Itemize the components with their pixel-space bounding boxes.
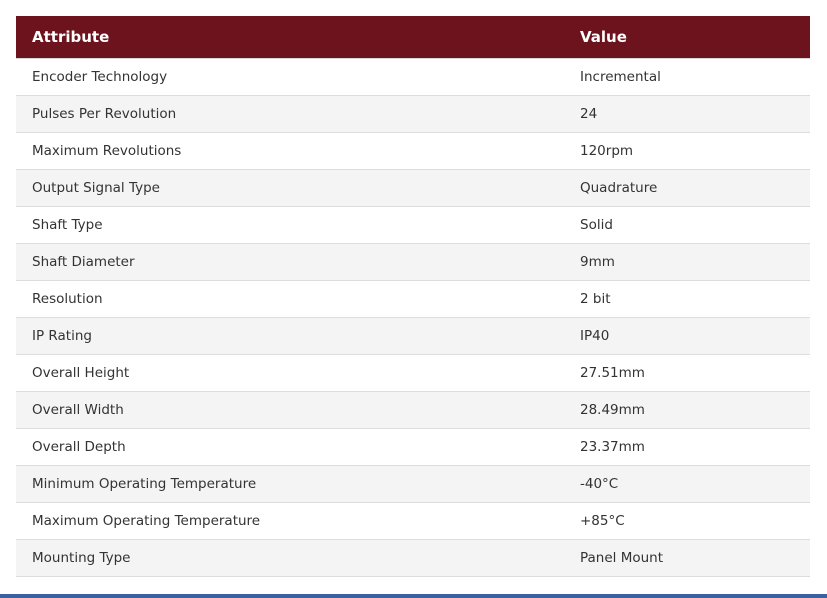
value-cell: Panel Mount	[564, 539, 810, 577]
attribute-cell: Resolution	[16, 280, 564, 318]
table-row: Shaft Type Solid	[16, 206, 810, 244]
attribute-cell: Maximum Revolutions	[16, 132, 564, 170]
attribute-cell: Shaft Diameter	[16, 243, 564, 281]
table-row: Resolution 2 bit	[16, 280, 810, 318]
table-row: Overall Depth 23.37mm	[16, 428, 810, 466]
table-row: Encoder Technology Incremental	[16, 58, 810, 96]
attribute-cell: Overall Height	[16, 354, 564, 392]
table-row: Pulses Per Revolution 24	[16, 95, 810, 133]
attribute-cell: Overall Width	[16, 391, 564, 429]
value-cell: 24	[564, 95, 810, 133]
value-cell: Quadrature	[564, 169, 810, 207]
table-row: Shaft Diameter 9mm	[16, 243, 810, 281]
attribute-cell: Output Signal Type	[16, 169, 564, 207]
attribute-cell: Shaft Type	[16, 206, 564, 244]
table-row: Output Signal Type Quadrature	[16, 169, 810, 207]
table-row: IP Rating IP40	[16, 317, 810, 355]
value-cell: 28.49mm	[564, 391, 810, 429]
page: Attribute Value Encoder Technology Increm…	[0, 0, 827, 598]
attribute-cell: Overall Depth	[16, 428, 564, 466]
attribute-cell: Mounting Type	[16, 539, 564, 577]
specifications-table: Attribute Value Encoder Technology Increm…	[16, 16, 810, 577]
value-cell: 27.51mm	[564, 354, 810, 392]
attribute-cell: Maximum Operating Temperature	[16, 502, 564, 540]
table-row: Overall Width 28.49mm	[16, 391, 810, 429]
attribute-cell: Pulses Per Revolution	[16, 95, 564, 133]
attribute-cell: IP Rating	[16, 317, 564, 355]
value-cell: +85°C	[564, 502, 810, 540]
table-body: Encoder Technology Incremental Pulses Per …	[16, 58, 810, 577]
value-cell: 120rpm	[564, 132, 810, 170]
table-row: Maximum Revolutions 120rpm	[16, 132, 810, 170]
value-cell: -40°C	[564, 465, 810, 503]
table-header-row: Attribute Value	[16, 16, 810, 59]
column-header-attribute: Attribute	[16, 16, 564, 59]
attribute-cell: Encoder Technology	[16, 58, 564, 96]
table-row: Minimum Operating Temperature -40°C	[16, 465, 810, 503]
table-header: Attribute Value	[16, 16, 810, 59]
value-cell: Incremental	[564, 58, 810, 96]
bottom-border-bar	[0, 594, 827, 598]
value-cell: IP40	[564, 317, 810, 355]
column-header-value: Value	[564, 16, 810, 59]
table-row: Mounting Type Panel Mount	[16, 539, 810, 577]
value-cell: 2 bit	[564, 280, 810, 318]
table-row: Maximum Operating Temperature +85°C	[16, 502, 810, 540]
value-cell: 23.37mm	[564, 428, 810, 466]
attribute-cell: Minimum Operating Temperature	[16, 465, 564, 503]
value-cell: Solid	[564, 206, 810, 244]
value-cell: 9mm	[564, 243, 810, 281]
table-row: Overall Height 27.51mm	[16, 354, 810, 392]
